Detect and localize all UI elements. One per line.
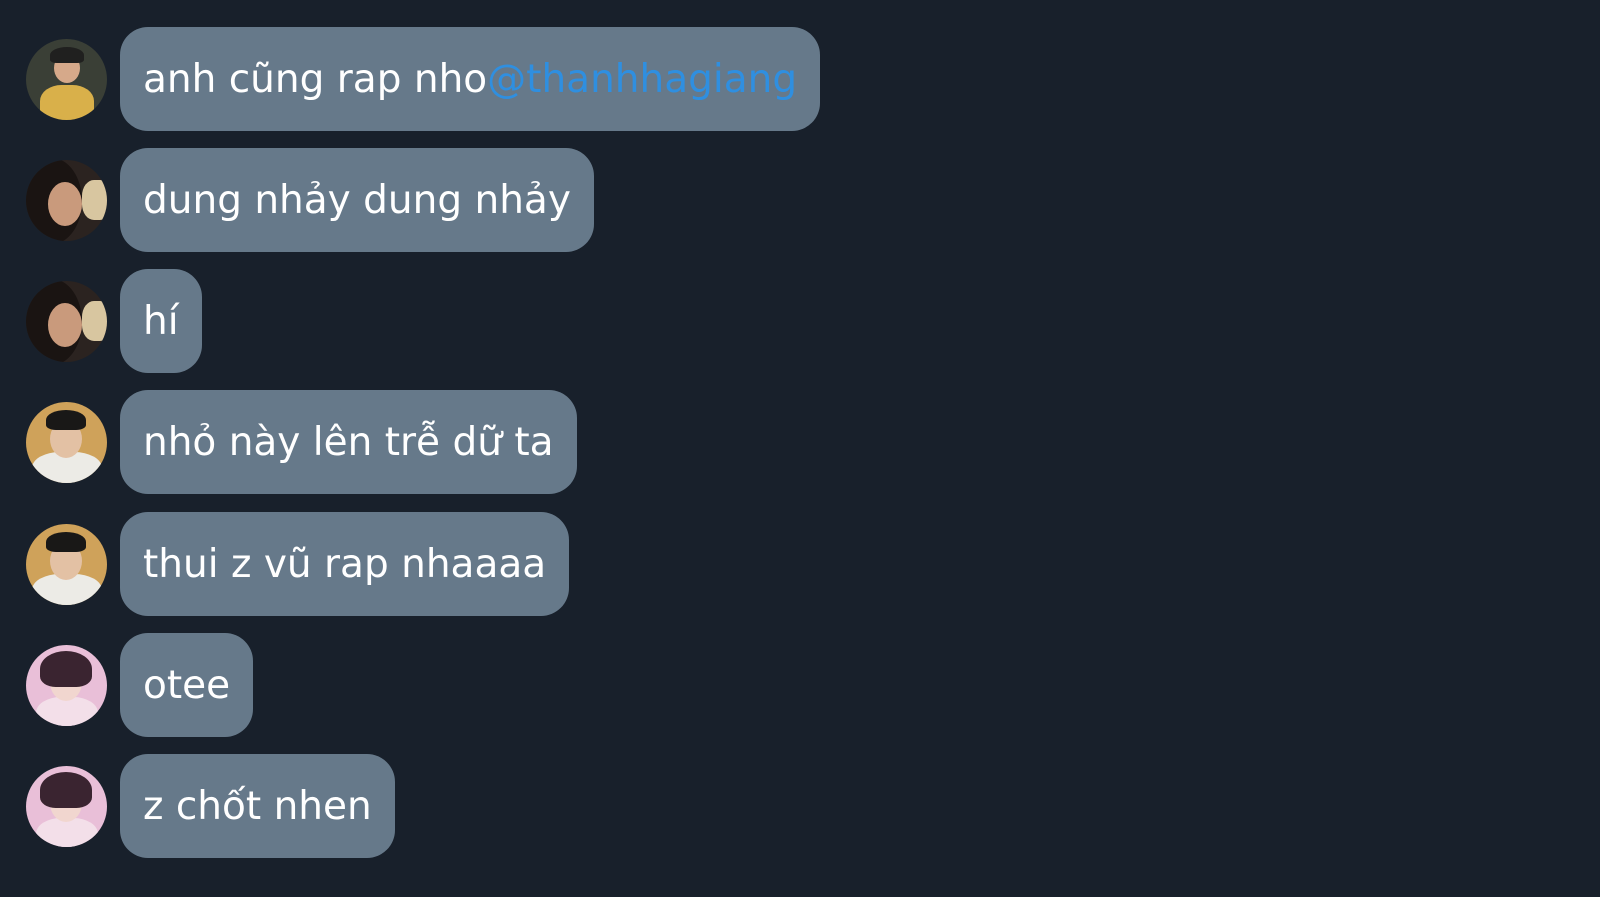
avatar[interactable] bbox=[26, 401, 107, 483]
message-text: otee bbox=[143, 662, 231, 708]
message-text: anh cũng rap nho bbox=[143, 56, 488, 102]
message-bubble[interactable]: hí bbox=[120, 269, 202, 373]
message-bubble[interactable]: z chốt nhen bbox=[120, 754, 395, 858]
avatar[interactable] bbox=[26, 765, 107, 847]
message-bubble[interactable]: nhỏ này lên trễ dữ ta bbox=[120, 390, 577, 494]
message-row: nhỏ này lên trễ dữ ta bbox=[26, 390, 577, 494]
avatar[interactable] bbox=[26, 523, 107, 605]
message-row: thui z vũ rap nhaaaa bbox=[26, 512, 570, 616]
avatar[interactable] bbox=[26, 280, 107, 362]
message-row: otee bbox=[26, 633, 254, 737]
message-bubble[interactable]: otee bbox=[120, 633, 254, 737]
message-row: z chốt nhen bbox=[26, 754, 395, 858]
avatar[interactable] bbox=[26, 644, 107, 726]
user-mention-link[interactable]: @thanhhagiang bbox=[487, 60, 797, 99]
message-text: dung nhảy dung nhảy bbox=[143, 177, 571, 223]
message-row: hí bbox=[26, 269, 202, 373]
avatar[interactable] bbox=[26, 159, 107, 241]
message-bubble[interactable]: anh cũng rap nho @thanhhagiang bbox=[120, 27, 821, 131]
message-text: z chốt nhen bbox=[143, 783, 372, 829]
message-text: hí bbox=[143, 298, 179, 344]
message-text: thui z vũ rap nhaaaa bbox=[143, 541, 547, 587]
chat-thread: anh cũng rap nho @thanhhagiang dung nhảy… bbox=[0, 0, 1600, 897]
avatar[interactable] bbox=[26, 38, 107, 120]
message-row: anh cũng rap nho @thanhhagiang bbox=[26, 27, 821, 131]
message-bubble[interactable]: dung nhảy dung nhảy bbox=[120, 148, 594, 252]
message-row: dung nhảy dung nhảy bbox=[26, 148, 594, 252]
message-text: nhỏ này lên trễ dữ ta bbox=[143, 419, 554, 465]
message-bubble[interactable]: thui z vũ rap nhaaaa bbox=[120, 512, 570, 616]
